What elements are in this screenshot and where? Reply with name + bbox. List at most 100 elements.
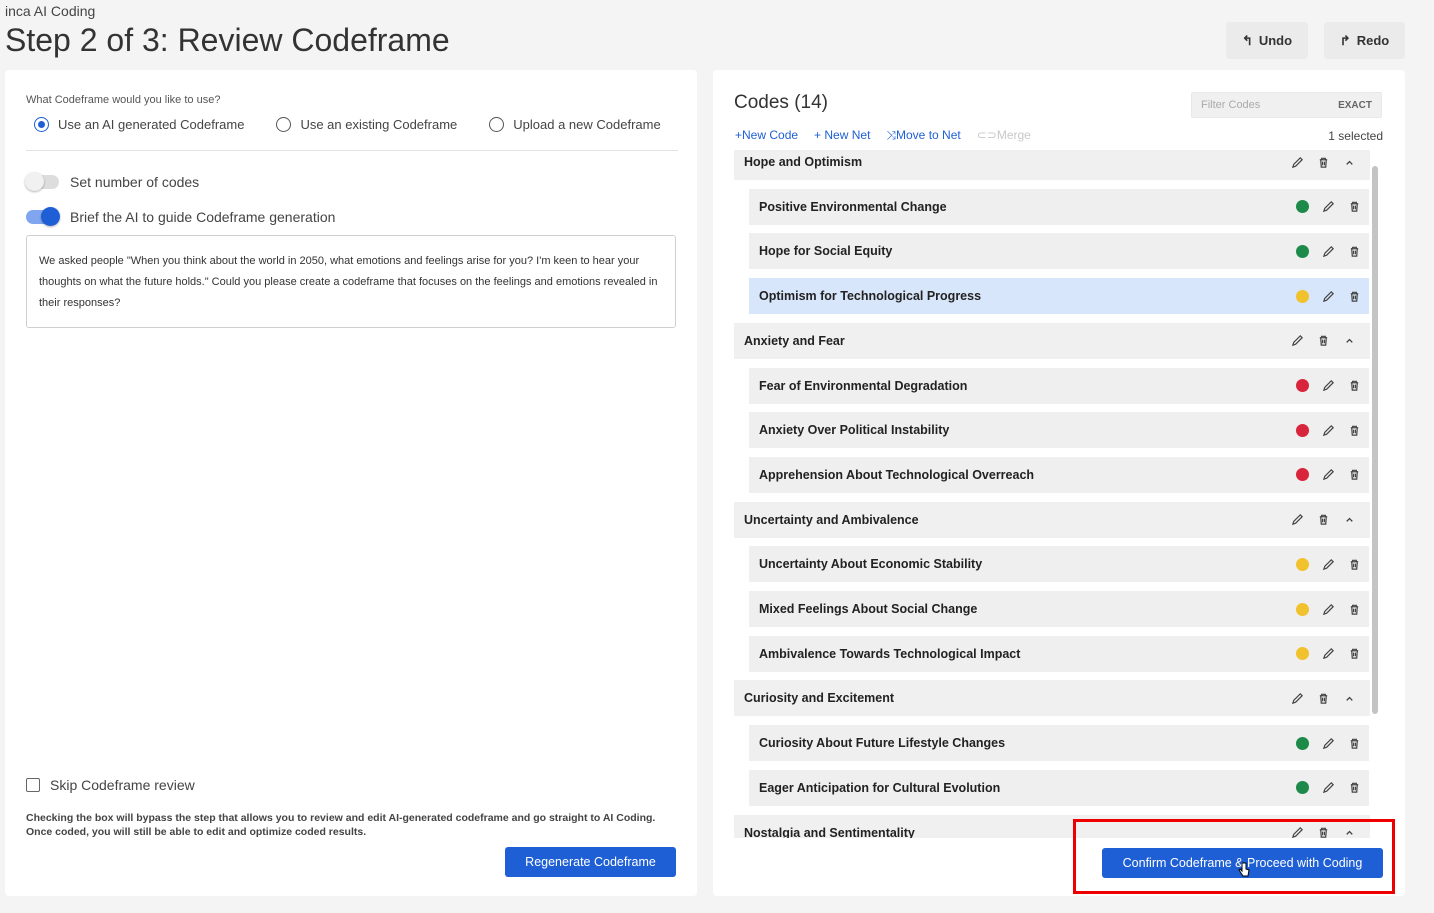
edit-icon[interactable]	[1321, 557, 1335, 571]
code-label: Ambivalence Towards Technological Impact	[759, 646, 1021, 661]
set-number-row: Set number of codes	[25, 172, 199, 191]
edit-icon[interactable]	[1321, 379, 1335, 393]
chevron-up-icon[interactable]	[1342, 334, 1356, 348]
code-row[interactable]: Hope for Social Equity	[749, 233, 1369, 270]
code-row[interactable]: Anxiety Over Political Instability	[749, 412, 1369, 449]
sentiment-dot[interactable]	[1296, 736, 1309, 750]
edit-icon[interactable]	[1321, 602, 1335, 616]
trash-icon[interactable]	[1347, 557, 1361, 571]
edit-icon[interactable]	[1321, 423, 1335, 437]
radio-ai-generated[interactable]	[34, 117, 49, 132]
code-label: Positive Environmental Change	[759, 199, 947, 214]
codeframe-question: What Codeframe would you like to use?	[26, 94, 221, 106]
edit-icon[interactable]	[1321, 736, 1335, 750]
sentiment-dot[interactable]	[1296, 557, 1309, 571]
code-label: Hope for Social Equity	[759, 244, 893, 259]
move-to-net-label: Move to Net	[896, 128, 961, 142]
brief-ai-row: Brief the AI to guide Codeframe generati…	[26, 207, 335, 226]
trash-icon[interactable]	[1316, 513, 1330, 527]
code-row[interactable]: Fear of Environmental Degradation	[749, 367, 1369, 404]
trash-icon[interactable]	[1347, 602, 1361, 616]
undo-label: Undo	[1258, 33, 1293, 48]
net-row[interactable]: Uncertainty and Ambivalence	[734, 501, 1370, 538]
option-upload[interactable]: Upload a new Codeframe	[489, 117, 661, 132]
net-row[interactable]: Hope and Optimism	[734, 150, 1370, 180]
code-row[interactable]: Optimism for Technological Progress	[749, 278, 1369, 315]
sentiment-dot[interactable]	[1296, 289, 1309, 303]
edit-icon[interactable]	[1321, 468, 1335, 482]
trash-icon[interactable]	[1347, 379, 1361, 393]
trash-icon[interactable]	[1347, 468, 1361, 482]
sentiment-dot[interactable]	[1296, 423, 1309, 437]
trash-icon[interactable]	[1347, 200, 1361, 214]
net-row[interactable]: Curiosity and Excitement	[734, 680, 1370, 717]
skip-review-label: Skip Codeframe review	[50, 777, 195, 793]
code-list: Hope and Optimism Positive Environmental …	[734, 150, 1377, 838]
chevron-up-icon[interactable]	[1342, 691, 1356, 705]
code-row[interactable]: Eager Anticipation for Cultural Evolutio…	[749, 769, 1369, 806]
regenerate-button[interactable]: Regenerate Codeframe	[505, 847, 676, 877]
trash-icon[interactable]	[1316, 691, 1330, 705]
new-code-link[interactable]: +New Code	[735, 128, 798, 143]
radio-upload[interactable]	[489, 117, 505, 132]
sentiment-dot[interactable]	[1296, 602, 1309, 616]
edit-icon[interactable]	[1290, 691, 1304, 705]
chevron-up-icon[interactable]	[1342, 155, 1356, 169]
sentiment-dot[interactable]	[1296, 647, 1309, 661]
edit-icon[interactable]	[1321, 781, 1335, 795]
chevron-up-icon[interactable]	[1342, 513, 1356, 527]
edit-icon[interactable]	[1321, 200, 1335, 214]
code-row[interactable]: Mixed Feelings About Social Change	[749, 591, 1369, 627]
brief-textarea[interactable]: We asked people "When you think about th…	[26, 235, 676, 328]
net-label: Anxiety and Fear	[744, 333, 845, 348]
redo-button[interactable]: ↱ Redo	[1324, 22, 1405, 59]
sentiment-dot[interactable]	[1296, 468, 1309, 482]
filter-codes-input[interactable]: Filter Codes EXACT	[1191, 92, 1382, 118]
merge-label: Merge	[996, 128, 1031, 142]
exact-match-toggle[interactable]: EXACT	[1338, 100, 1372, 111]
undo-button[interactable]: ↰ Undo	[1226, 22, 1308, 59]
edit-icon[interactable]	[1290, 334, 1304, 348]
code-row[interactable]: Curiosity About Future Lifestyle Changes	[749, 725, 1369, 762]
trash-icon[interactable]	[1347, 736, 1361, 750]
trash-icon[interactable]	[1347, 289, 1361, 303]
trash-icon[interactable]	[1347, 781, 1361, 795]
merge-link[interactable]: ⊂⊃Merge	[977, 128, 1031, 143]
code-row[interactable]: Uncertainty About Economic Stability	[749, 546, 1369, 583]
edit-icon[interactable]	[1290, 155, 1304, 169]
code-row[interactable]: Apprehension About Technological Overrea…	[749, 456, 1369, 493]
code-label: Eager Anticipation for Cultural Evolutio…	[759, 780, 1001, 795]
trash-icon[interactable]	[1316, 155, 1330, 169]
code-list-scrollbar[interactable]	[1372, 166, 1378, 714]
trash-icon[interactable]	[1347, 244, 1361, 258]
option-existing[interactable]: Use an existing Codeframe	[276, 117, 457, 132]
new-net-link[interactable]: + New Net	[814, 128, 870, 143]
trash-icon[interactable]	[1347, 647, 1361, 661]
net-row[interactable]: Anxiety and Fear	[734, 322, 1370, 359]
code-label: Fear of Environmental Degradation	[759, 378, 968, 393]
trash-icon[interactable]	[1347, 423, 1361, 437]
skip-review-help: Checking the box will bypass the step th…	[26, 812, 656, 838]
skip-review-checkbox[interactable]	[26, 778, 40, 792]
brief-ai-toggle[interactable]	[26, 207, 60, 226]
set-number-toggle[interactable]	[25, 172, 59, 191]
radio-existing[interactable]	[276, 117, 292, 132]
sentiment-dot[interactable]	[1296, 781, 1309, 795]
skip-review-row: Skip Codeframe review	[26, 777, 195, 793]
edit-icon[interactable]	[1321, 244, 1335, 258]
sentiment-dot[interactable]	[1296, 200, 1309, 214]
divider	[26, 150, 678, 151]
trash-icon[interactable]	[1316, 334, 1330, 348]
filter-placeholder: Filter Codes	[1201, 99, 1261, 111]
highlight-annotation	[1073, 819, 1395, 894]
edit-icon[interactable]	[1321, 289, 1335, 303]
net-label: Hope and Optimism	[744, 155, 863, 169]
move-to-net-link[interactable]: ⤨Move to Net	[886, 128, 960, 143]
option-ai-generated[interactable]: Use an AI generated Codeframe	[34, 117, 244, 132]
sentiment-dot[interactable]	[1296, 244, 1309, 258]
code-row[interactable]: Positive Environmental Change	[749, 188, 1369, 225]
sentiment-dot[interactable]	[1296, 379, 1309, 392]
edit-icon[interactable]	[1290, 513, 1304, 527]
edit-icon[interactable]	[1321, 647, 1335, 661]
code-row[interactable]: Ambivalence Towards Technological Impact	[749, 635, 1369, 672]
